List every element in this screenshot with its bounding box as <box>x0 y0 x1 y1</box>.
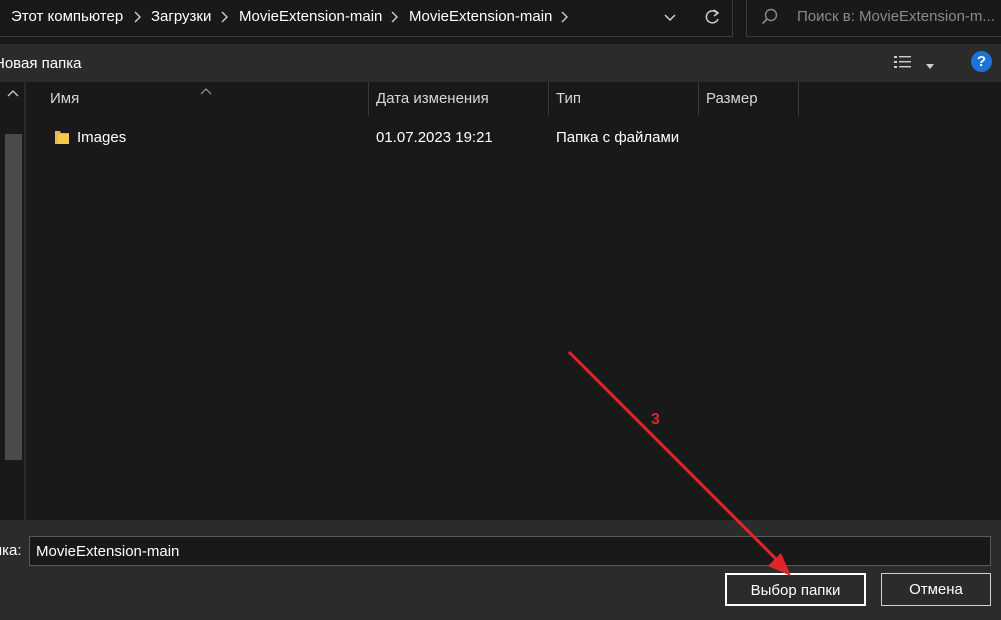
breadcrumb-downloads[interactable]: Загрузки <box>151 8 211 25</box>
address-bar-row: Этот компьютер Загрузки MovieExtension-m… <box>0 0 1001 44</box>
folder-field-label: пка: <box>0 542 22 559</box>
view-details-icon[interactable] <box>893 54 913 72</box>
navigation-pane[interactable] <box>0 82 26 592</box>
column-divider[interactable] <box>798 82 799 116</box>
refresh-icon[interactable] <box>701 5 723 29</box>
search-input[interactable]: Поиск в: MovieExtension-m... <box>746 0 1001 37</box>
cancel-button[interactable]: Отмена <box>881 573 991 606</box>
breadcrumb-movieextension-parent[interactable]: MovieExtension-main <box>239 8 382 25</box>
row-type: Папка с файлами <box>556 129 680 146</box>
column-header-size[interactable]: Размер <box>706 90 758 107</box>
search-placeholder: Поиск в: MovieExtension-m... <box>797 8 995 25</box>
chevron-right-icon[interactable] <box>557 9 571 25</box>
row-date: 01.07.2023 19:21 <box>376 129 493 146</box>
folder-name-input[interactable] <box>29 536 991 566</box>
search-icon <box>761 8 779 26</box>
breadcrumb-this-pc[interactable]: Этот компьютер <box>11 8 123 25</box>
column-divider[interactable] <box>548 82 549 116</box>
breadcrumb-movieextension-current[interactable]: MovieExtension-main <box>409 8 552 25</box>
nav-scrollbar-thumb[interactable] <box>5 134 22 460</box>
select-folder-button[interactable]: Выбор папки <box>725 573 866 606</box>
table-row[interactable]: Images 01.07.2023 19:21 Папка с файлами <box>26 122 1001 152</box>
file-list: Имя Дата изменения Тип Размер Images 01.… <box>26 82 1001 520</box>
dialog-footer: пка: Выбор папки Отмена <box>0 520 1001 620</box>
chevron-right-icon[interactable] <box>217 9 231 25</box>
column-header-name[interactable]: Имя <box>50 90 79 107</box>
sort-ascending-icon <box>200 82 212 95</box>
column-header-date[interactable]: Дата изменения <box>376 90 489 107</box>
breadcrumb[interactable]: Этот компьютер Загрузки MovieExtension-m… <box>0 0 733 37</box>
chevron-right-icon[interactable] <box>130 9 144 25</box>
folder-icon <box>54 128 70 146</box>
caret-down-icon[interactable] <box>924 58 936 69</box>
toolbar: Новая папка ? <box>0 44 1001 82</box>
scroll-up-icon[interactable] <box>6 86 20 98</box>
annotation-step-label: 3 <box>651 411 660 428</box>
chevron-down-icon[interactable] <box>659 5 681 29</box>
help-button[interactable]: ? <box>971 51 992 72</box>
row-name: Images <box>77 129 127 146</box>
new-folder-button[interactable]: Новая папка <box>0 55 81 72</box>
column-header-type[interactable]: Тип <box>556 90 581 107</box>
chevron-right-icon[interactable] <box>387 9 401 25</box>
column-divider[interactable] <box>698 82 699 116</box>
column-divider[interactable] <box>368 82 369 116</box>
